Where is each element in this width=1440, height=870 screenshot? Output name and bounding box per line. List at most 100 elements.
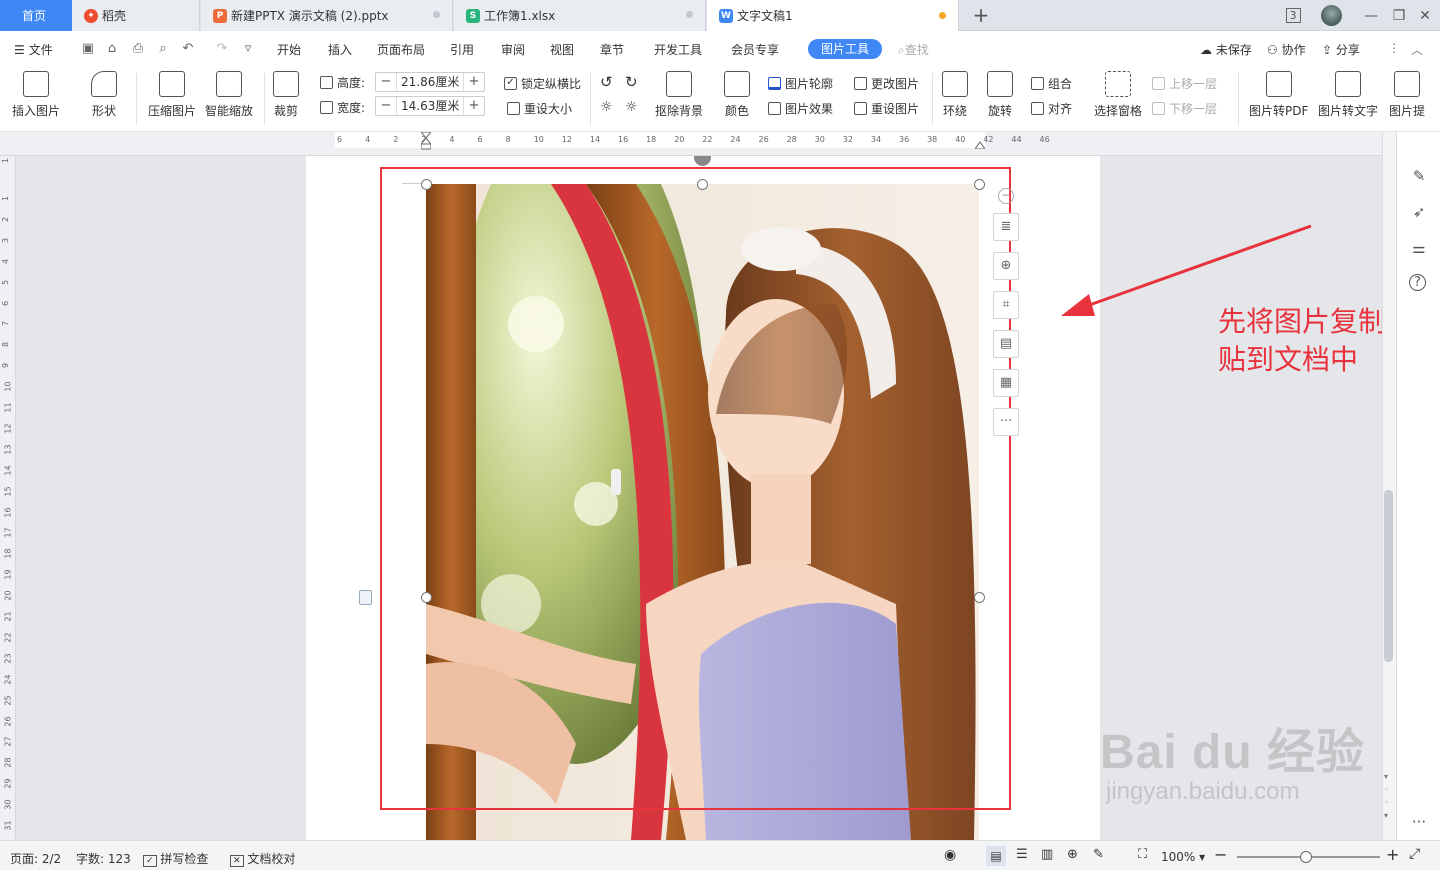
more-menu-icon[interactable]: ⋮ [1388,41,1400,55]
fit-window-icon[interactable]: ⛶ [1138,847,1147,862]
menu-insert[interactable]: 插入 [328,41,352,58]
picture-extract-button[interactable]: 图片提 [1389,71,1425,119]
selection-pane-button[interactable]: 选择窗格 [1094,71,1142,119]
layout-options-icon[interactable]: ≣ [993,213,1019,241]
picture-extract-float-icon[interactable]: ▦ [993,369,1019,397]
zoom-in-icon[interactable]: + [1386,845,1399,864]
write-view-icon[interactable]: ✎ [1093,847,1104,862]
remove-background-button[interactable]: 抠除背景 [655,71,703,119]
page-indicator[interactable]: 页面: 2/2 [10,850,61,867]
tab-close-dot[interactable] [433,11,440,18]
bring-forward-button[interactable]: 上移一层 [1152,75,1217,92]
menu-review[interactable]: 审阅 [501,41,525,58]
crop-button[interactable]: 裁剪 [273,71,299,119]
indent-marker[interactable] [419,131,433,150]
tab-ppt-file[interactable]: P 新建PPTX 演示文稿 (2).pptx [201,0,453,31]
smart-scale-button[interactable]: 智能缩放 [205,71,253,119]
web-view-icon[interactable]: ⊕ [1067,847,1078,862]
align-button[interactable]: 对齐 [1031,100,1072,117]
paragraph-mark-icon[interactable] [359,590,372,605]
reset-picture-button[interactable]: 重设图片 [854,100,919,117]
tab-close-dot[interactable] [686,11,693,18]
width-input[interactable]: 14.63厘米 [396,97,464,115]
send-backward-button[interactable]: 下移一层 [1152,100,1217,117]
tab-daoke[interactable]: ✦ 稻壳 [72,0,200,31]
menu-member[interactable]: 会员专享 [731,41,779,58]
more-quick-icon[interactable]: ▿ [240,41,256,57]
window-count-button[interactable]: 3 [1282,5,1304,27]
collapse-ribbon-icon[interactable]: ︿ [1411,41,1423,58]
zoom-out-icon[interactable]: − [1214,845,1227,864]
rotate-left-icon[interactable]: ↺ [600,73,613,91]
rotate-button[interactable]: 旋转 [987,71,1013,119]
right-indent-marker[interactable] [974,138,986,150]
spell-check-button[interactable]: ✓ 拼写检查 [143,850,208,867]
page-nav-arrows[interactable]: ▾ ◦ ◦ ▾ [1384,770,1389,822]
picture-outline-button[interactable]: 图片轮廓 [768,75,833,92]
group-button[interactable]: 组合 [1031,75,1072,92]
menu-picture-tools[interactable]: 图片工具 [808,39,882,59]
redo-icon[interactable]: ↷ [214,41,230,57]
color-button[interactable]: 颜色 [724,71,750,119]
collapse-toolbar-icon[interactable]: − [998,188,1014,204]
cursor-icon[interactable]: ➶ [1409,202,1429,222]
tab-home[interactable]: 首页 [0,0,72,31]
share-button[interactable]: ⇪ 分享 [1322,41,1360,58]
undo-icon[interactable]: ↶ [180,41,196,57]
zoom-slider-thumb[interactable] [1300,851,1312,863]
unsaved-button[interactable]: ☁ 未保存 [1200,41,1252,58]
proofread-button[interactable]: ✕ 文档校对 [230,850,295,867]
reading-view-icon[interactable]: ▥ [1041,847,1053,862]
help-icon[interactable]: ? [1409,274,1426,291]
pen-icon[interactable]: ✎ [1409,166,1429,186]
menu-reference[interactable]: 引用 [450,41,474,58]
print-preview-icon[interactable]: ⌕ [155,41,171,57]
restore-icon[interactable]: ❐ [1388,5,1410,27]
more-pane-icon[interactable]: ··· [1409,812,1429,832]
plus-icon[interactable]: + [464,97,484,115]
vertical-scrollbar[interactable] [1382,132,1396,840]
zoom-level[interactable]: 100% ▾ [1161,850,1205,864]
eye-protect-icon[interactable]: ◉ [944,847,956,863]
print-icon[interactable]: ⎙ [130,41,146,57]
save-icon[interactable]: ▣ [80,41,96,57]
picture-to-text-button[interactable]: 图片转文字 [1318,71,1378,119]
menu-section[interactable]: 章节 [600,41,624,58]
picture-to-text-float-icon[interactable]: ▤ [993,330,1019,358]
plus-icon[interactable]: + [464,73,484,91]
menu-start[interactable]: 开始 [277,41,301,58]
new-tab-button[interactable]: + [968,4,994,28]
minimize-icon[interactable]: — [1360,5,1382,27]
format-painter-icon[interactable]: ⌂ [104,41,120,57]
width-stepper[interactable]: − 14.63厘米 + [375,96,485,116]
avatar[interactable] [1321,5,1342,26]
menu-view[interactable]: 视图 [550,41,574,58]
settings-sliders-icon[interactable]: ⚌ [1409,238,1429,258]
shape-button[interactable]: 形状 [91,71,117,119]
picture-to-pdf-button[interactable]: 图片转PDF [1249,71,1308,119]
page-view-icon[interactable]: ▤ [986,846,1006,866]
close-icon[interactable]: ✕ [1414,5,1436,27]
change-picture-button[interactable]: 更改图片 [854,75,919,92]
menu-layout[interactable]: 页面布局 [377,41,425,58]
menu-devtools[interactable]: 开发工具 [654,41,702,58]
zoom-picture-icon[interactable]: ⊕ [993,252,1019,280]
search-button[interactable]: ⌕查找 [898,41,929,58]
tab-doc-file[interactable]: W 文字文稿1 [707,0,959,31]
rotate-right-icon[interactable]: ↻ [625,73,638,91]
crop-float-icon[interactable]: ⌗ [993,291,1019,319]
insert-picture-button[interactable]: 插入图片 [12,71,60,119]
more-options-icon[interactable]: ··· [993,408,1019,436]
height-input[interactable]: 21.86厘米 [396,73,464,91]
brightness-up-icon[interactable]: ☼ [600,99,613,115]
tab-xls-file[interactable]: S 工作簿1.xlsx [454,0,706,31]
wrap-button[interactable]: 环绕 [942,71,968,119]
collab-button[interactable]: ⚇ 协作 [1267,41,1306,58]
brightness-down-icon[interactable]: ☼ [625,99,638,115]
outline-view-icon[interactable]: ☰ [1016,847,1028,862]
lock-ratio-checkbox[interactable]: ✓ 锁定纵横比 [504,75,581,92]
height-stepper[interactable]: − 21.86厘米 + [375,72,485,92]
reset-size-button[interactable]: 重设大小 [507,100,572,117]
word-count[interactable]: 字数: 123 [76,850,131,867]
minus-icon[interactable]: − [376,97,396,115]
